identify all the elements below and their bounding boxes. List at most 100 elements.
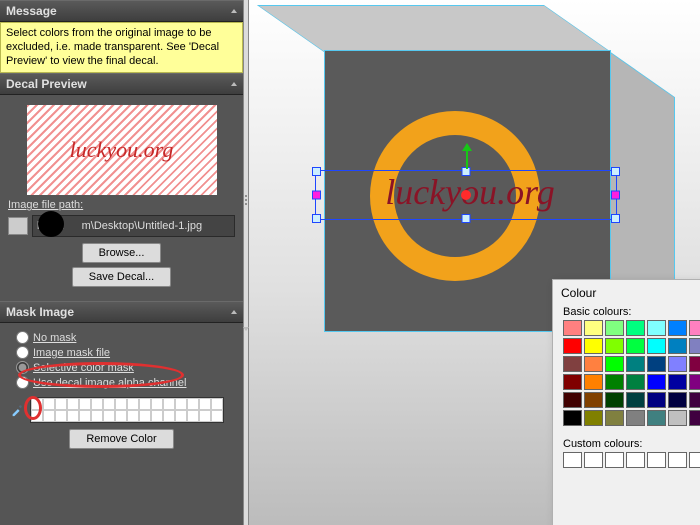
basic-colour-swatch[interactable] bbox=[563, 356, 582, 372]
mask-swatch[interactable] bbox=[163, 410, 175, 422]
mask-swatch[interactable] bbox=[175, 398, 187, 410]
basic-colour-swatch[interactable] bbox=[605, 374, 624, 390]
basic-colour-swatch[interactable] bbox=[584, 338, 603, 354]
mask-swatch[interactable] bbox=[115, 410, 127, 422]
custom-colour-swatch[interactable] bbox=[626, 452, 645, 468]
basic-colour-swatch[interactable] bbox=[605, 338, 624, 354]
basic-colour-swatch[interactable] bbox=[689, 338, 700, 354]
basic-colour-swatch[interactable] bbox=[689, 374, 700, 390]
basic-colour-swatch[interactable] bbox=[647, 338, 666, 354]
basic-colour-swatch[interactable] bbox=[563, 410, 582, 426]
basic-colour-swatch[interactable] bbox=[689, 320, 700, 336]
radio-no-mask[interactable] bbox=[16, 331, 29, 344]
message-header[interactable]: Message bbox=[0, 0, 243, 22]
basic-colour-swatch[interactable] bbox=[626, 374, 645, 390]
browse-button[interactable]: Browse... bbox=[82, 243, 162, 263]
basic-colour-swatch[interactable] bbox=[668, 392, 687, 408]
colour-dialog[interactable]: Colour Basic colours: Custom colours: bbox=[552, 279, 700, 525]
handle-e[interactable] bbox=[611, 191, 620, 200]
decal-preview-header[interactable]: Decal Preview bbox=[0, 73, 243, 95]
eyedropper-icon[interactable] bbox=[10, 403, 24, 417]
mask-swatch[interactable] bbox=[211, 410, 223, 422]
move-arrow-icon[interactable] bbox=[466, 149, 468, 169]
decal-selection-box[interactable] bbox=[315, 170, 617, 220]
basic-colour-swatch[interactable] bbox=[626, 356, 645, 372]
mask-swatch[interactable] bbox=[79, 398, 91, 410]
basic-colour-swatch[interactable] bbox=[647, 374, 666, 390]
remove-color-button[interactable]: Remove Color bbox=[69, 429, 173, 449]
mask-swatch[interactable] bbox=[187, 398, 199, 410]
viewport-3d[interactable]: luckyou.org Colour bbox=[249, 0, 700, 525]
mask-swatch[interactable] bbox=[115, 398, 127, 410]
mask-swatch[interactable] bbox=[199, 410, 211, 422]
basic-colour-swatch[interactable] bbox=[626, 320, 645, 336]
radio-image-mask-file[interactable] bbox=[16, 346, 29, 359]
mask-swatch[interactable] bbox=[67, 410, 79, 422]
basic-colour-swatch[interactable] bbox=[668, 338, 687, 354]
basic-colour-swatch[interactable] bbox=[668, 320, 687, 336]
mask-swatch[interactable] bbox=[127, 398, 139, 410]
custom-colours-grid[interactable] bbox=[563, 452, 700, 468]
basic-colour-swatch[interactable] bbox=[584, 320, 603, 336]
basic-colour-swatch[interactable] bbox=[689, 356, 700, 372]
mask-swatch[interactable] bbox=[31, 398, 43, 410]
mask-swatch[interactable] bbox=[175, 410, 187, 422]
mask-swatch[interactable] bbox=[187, 410, 199, 422]
custom-colour-swatch[interactable] bbox=[605, 452, 624, 468]
mask-swatch[interactable] bbox=[55, 410, 67, 422]
chevron-up-icon[interactable] bbox=[231, 82, 237, 86]
custom-colour-swatch[interactable] bbox=[584, 452, 603, 468]
mask-swatch[interactable] bbox=[31, 410, 43, 422]
mask-swatch[interactable] bbox=[151, 410, 163, 422]
basic-colour-swatch[interactable] bbox=[584, 410, 603, 426]
basic-colour-swatch[interactable] bbox=[626, 410, 645, 426]
mask-swatch[interactable] bbox=[43, 398, 55, 410]
basic-colour-swatch[interactable] bbox=[647, 356, 666, 372]
basic-colour-swatch[interactable] bbox=[605, 356, 624, 372]
custom-colour-swatch[interactable] bbox=[563, 452, 582, 468]
basic-colour-swatch[interactable] bbox=[563, 374, 582, 390]
mask-swatch[interactable] bbox=[43, 410, 55, 422]
basic-colour-swatch[interactable] bbox=[668, 410, 687, 426]
basic-colour-swatch[interactable] bbox=[626, 392, 645, 408]
basic-colour-swatch[interactable] bbox=[647, 392, 666, 408]
mask-swatch[interactable] bbox=[79, 410, 91, 422]
basic-colour-swatch[interactable] bbox=[605, 410, 624, 426]
handle-s[interactable] bbox=[462, 214, 471, 223]
mask-swatch[interactable] bbox=[67, 398, 79, 410]
basic-colour-swatch[interactable] bbox=[584, 374, 603, 390]
basic-colour-swatch[interactable] bbox=[584, 356, 603, 372]
save-decal-button[interactable]: Save Decal... bbox=[72, 267, 171, 287]
handle-ne[interactable] bbox=[611, 167, 620, 176]
mask-swatch[interactable] bbox=[127, 410, 139, 422]
handle-w[interactable] bbox=[312, 191, 321, 200]
basic-colour-swatch[interactable] bbox=[563, 320, 582, 336]
mask-swatch[interactable] bbox=[199, 398, 211, 410]
handle-se[interactable] bbox=[611, 214, 620, 223]
radio-selective-color-mask[interactable] bbox=[16, 361, 29, 374]
basic-colour-swatch[interactable] bbox=[689, 410, 700, 426]
basic-colour-swatch[interactable] bbox=[563, 338, 582, 354]
mask-swatch[interactable] bbox=[91, 398, 103, 410]
basic-colour-swatch[interactable] bbox=[689, 392, 700, 408]
custom-colour-swatch[interactable] bbox=[647, 452, 666, 468]
chevron-up-icon[interactable] bbox=[231, 310, 237, 314]
basic-colour-swatch[interactable] bbox=[647, 320, 666, 336]
handle-sw[interactable] bbox=[312, 214, 321, 223]
basic-colours-grid[interactable] bbox=[563, 320, 700, 426]
radio-alpha-channel[interactable] bbox=[16, 376, 29, 389]
mask-image-header[interactable]: Mask Image bbox=[0, 301, 243, 323]
mask-swatch[interactable] bbox=[139, 398, 151, 410]
basic-colour-swatch[interactable] bbox=[626, 338, 645, 354]
basic-colour-swatch[interactable] bbox=[563, 392, 582, 408]
mask-swatch[interactable] bbox=[103, 410, 115, 422]
custom-colour-swatch[interactable] bbox=[689, 452, 700, 468]
mask-swatch[interactable] bbox=[211, 398, 223, 410]
custom-colour-swatch[interactable] bbox=[668, 452, 687, 468]
mask-swatch[interactable] bbox=[151, 398, 163, 410]
basic-colour-swatch[interactable] bbox=[668, 356, 687, 372]
basic-colour-swatch[interactable] bbox=[605, 320, 624, 336]
basic-colour-swatch[interactable] bbox=[584, 392, 603, 408]
basic-colour-swatch[interactable] bbox=[605, 392, 624, 408]
mask-swatch[interactable] bbox=[55, 398, 67, 410]
